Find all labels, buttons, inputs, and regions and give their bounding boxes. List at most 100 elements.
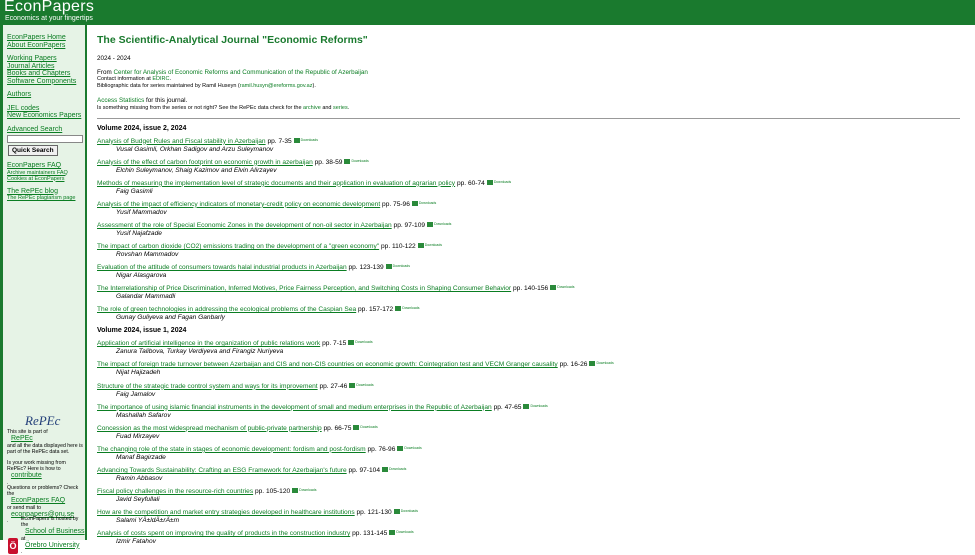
article-authors: Izmir Fatahov <box>116 538 156 546</box>
article-title-link[interactable]: Analysis of the effect of carbon footpri… <box>97 159 313 166</box>
school-link[interactable]: School of Business <box>21 528 85 536</box>
maintainer-email-link[interactable]: ramil.husyn@ereforms.gov.az <box>240 83 313 89</box>
sidebar-link-books[interactable]: Books and Chapters <box>3 70 85 78</box>
article-title-link[interactable]: The importance of using islamic financia… <box>97 404 492 411</box>
downloads-icon[interactable]: Downloads <box>411 200 436 206</box>
access-statistics-link[interactable]: Access Statistics <box>97 97 144 104</box>
data-check-line: Is something missing from the series or … <box>97 104 350 111</box>
downloads-icon[interactable]: Downloads <box>397 445 422 451</box>
article-title-link[interactable]: Application of artificial intelligence i… <box>97 340 320 347</box>
article-pages: pp. 140-156 <box>512 285 549 293</box>
left-sidebar: EconPapers Home About EconPapers Working… <box>0 25 87 555</box>
repec-note: This site is part of RePEc and all the d… <box>7 429 85 455</box>
volume-heading: Volume 2024, issue 1, 2024 <box>97 327 187 335</box>
sidebar-link-repec-blog[interactable]: The RePEc blog <box>3 188 85 196</box>
downloads-icon[interactable]: Downloads <box>293 137 318 143</box>
article-title-link[interactable]: Fiscal policy challenges in the resource… <box>97 488 253 495</box>
downloads-icon[interactable]: Downloads <box>385 264 410 270</box>
article-authors: Nigar Alasgarova <box>116 272 167 280</box>
downloads-icon[interactable]: Downloads <box>353 424 378 430</box>
article-authors: Elchin Suleymanov, Shaig Kazimov and Elv… <box>116 166 277 174</box>
article-pages: pp. 7-35 <box>267 137 292 145</box>
downloads-icon[interactable]: Downloads <box>395 306 420 312</box>
article-authors: Yusif Najafzade <box>116 229 162 237</box>
downloads-icon[interactable]: Downloads <box>389 530 414 536</box>
article-item: The importance of using islamic financia… <box>97 403 962 420</box>
sidebar-link-home[interactable]: EconPapers Home <box>3 34 85 42</box>
article-pages: pp. 97-109 <box>393 221 426 229</box>
missing-note: Is your work missing from RePEc? Here is… <box>7 460 85 486</box>
maintainer-line: Bibliographic data for series maintained… <box>97 83 316 89</box>
downloads-icon[interactable]: Downloads <box>382 466 406 472</box>
article-authors: Zanura Talibova, Turkay Verdiyeva and Fi… <box>116 348 284 356</box>
article-title-link[interactable]: Analysis of the impact of efficiency ind… <box>97 201 380 208</box>
article-title-link[interactable]: The impact of carbon dioxide (CO2) emiss… <box>97 243 379 250</box>
divider <box>97 117 960 119</box>
article-title-link[interactable]: Analysis of costs spent on improving the… <box>97 530 350 537</box>
sidebar-link-advanced-search[interactable]: Advanced Search <box>3 126 85 134</box>
sidebar-link-about[interactable]: About EconPapers <box>3 42 85 50</box>
downloads-icon[interactable]: Downloads <box>486 179 511 185</box>
article-authors: Salami YÄ±ldÄ±rÄ±m <box>116 517 180 525</box>
article-title-link[interactable]: The Interrelationship of Price Discrimin… <box>97 285 511 292</box>
article-pages: pp. 76-96 <box>367 445 396 453</box>
article-pages: pp. 47-65 <box>493 403 522 411</box>
downloads-icon[interactable]: Downloads <box>550 285 575 291</box>
sidebar-link-plagiarism[interactable]: The RePEc plagiarism page <box>3 195 85 201</box>
publisher-link[interactable]: Center for Analysis of Economic Reforms … <box>113 69 367 76</box>
archive-link[interactable]: archive <box>303 105 321 111</box>
article-title-link[interactable]: Advancing Towards Sustainability: Crafti… <box>97 467 347 474</box>
university-link[interactable]: Örebro University <box>21 542 83 550</box>
downloads-icon[interactable]: Downloads <box>589 361 614 367</box>
article-title-link[interactable]: Concession as the most widespread mechan… <box>97 425 322 432</box>
downloads-icon[interactable]: Downloads <box>417 242 442 248</box>
quick-search-input[interactable] <box>7 135 83 143</box>
article-title-link[interactable]: The role of green technologies in addres… <box>97 306 356 313</box>
article-title-link[interactable]: Methods of measuring the implementation … <box>97 180 455 187</box>
repec-logo[interactable]: RePEc <box>25 413 60 429</box>
downloads-icon[interactable]: Downloads <box>393 509 418 515</box>
main-content: The Scientific-Analytical Journal "Econo… <box>97 30 962 551</box>
sidebar-link-software[interactable]: Software Components <box>3 78 85 86</box>
downloads-icon[interactable]: Downloads <box>427 221 451 227</box>
repec-link[interactable]: RePEc <box>7 435 85 443</box>
sidebar-link-faq[interactable]: EconPapers FAQ <box>3 162 85 170</box>
hosted-note: EconPapers is hosted by the School of Bu… <box>21 516 85 555</box>
article-title-link[interactable]: The changing role of the state in stages… <box>97 446 366 453</box>
downloads-icon[interactable]: Downloads <box>344 158 369 164</box>
article-authors: Gunay Guliyeva and Fagan Ganbarly <box>116 314 225 322</box>
sidebar-link-jel-codes[interactable]: JEL codes <box>3 105 85 113</box>
econpapers-logo[interactable]: EconPapers <box>4 0 94 16</box>
downloads-icon[interactable]: Downloads <box>523 403 548 409</box>
article-authors: Faig Gasimli <box>116 187 153 195</box>
article-title-link[interactable]: Structure of the strategic trade control… <box>97 383 318 390</box>
article-item: How are the competition and market entry… <box>97 509 962 525</box>
article-title-link[interactable]: The impact of foreign trade turnover bet… <box>97 361 558 368</box>
article-item: The impact of foreign trade turnover bet… <box>97 361 962 377</box>
contribute-link[interactable]: contribute <box>7 472 85 480</box>
faq-link[interactable]: EconPapers FAQ <box>7 497 85 505</box>
access-line: Access Statistics for this journal. <box>97 97 188 104</box>
article-title-link[interactable]: How are the competition and market entry… <box>97 509 355 516</box>
article-item: The role of green technologies in addres… <box>97 306 962 322</box>
downloads-icon[interactable]: Downloads <box>292 488 317 493</box>
series-link[interactable]: series <box>333 105 348 111</box>
sidebar-link-authors[interactable]: Authors <box>3 91 85 99</box>
downloads-icon[interactable]: Downloads <box>348 340 373 346</box>
article-item: Analysis of Budget Rules and Fiscal stab… <box>97 137 962 154</box>
article-authors: Javid Seyfullali <box>116 496 160 503</box>
article-title-link[interactable]: Evaluation of the attitude of consumers … <box>97 264 347 271</box>
sidebar-link-working-papers[interactable]: Working Papers <box>3 55 85 63</box>
article-title-link[interactable]: Analysis of Budget Rules and Fiscal stab… <box>97 138 266 145</box>
quick-search-button[interactable]: Quick Search <box>8 145 58 156</box>
sidebar-link-journal-articles[interactable]: Journal Articles <box>3 63 85 71</box>
article-item: Evaluation of the attitude of consumers … <box>97 264 962 280</box>
article-item: The Interrelationship of Price Discrimin… <box>97 285 962 301</box>
downloads-icon[interactable]: Downloads <box>349 382 374 388</box>
article-item: The changing role of the state in stages… <box>97 445 962 462</box>
article-title-link[interactable]: Assessment of the role of Special Econom… <box>97 222 392 229</box>
sidebar-link-nep[interactable]: New Economics Papers <box>3 112 85 120</box>
edirc-link[interactable]: EDIRC <box>152 76 169 82</box>
article-pages: pp. 123-139 <box>348 264 384 272</box>
article-item: Analysis of costs spent on improving the… <box>97 530 962 546</box>
